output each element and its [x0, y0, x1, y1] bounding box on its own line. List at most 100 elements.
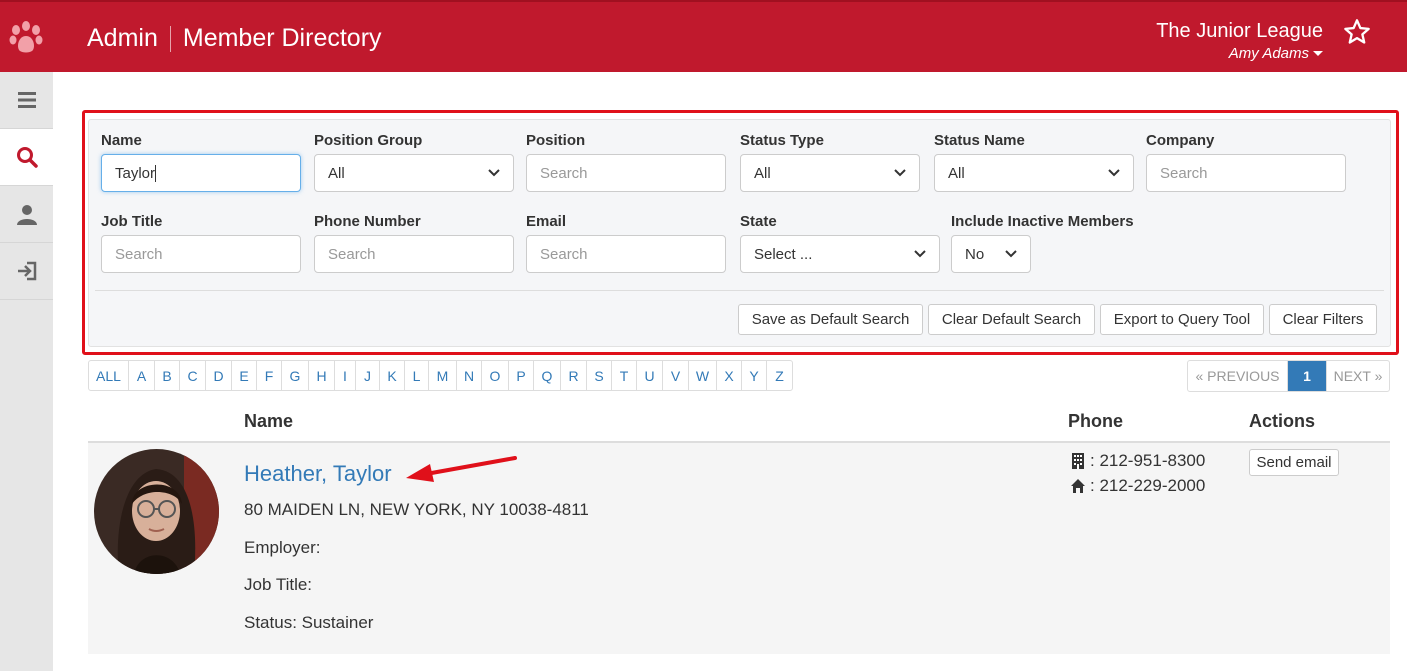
- column-header-name[interactable]: Name: [244, 411, 293, 432]
- letter-t[interactable]: T: [612, 361, 637, 390]
- phone-label: Phone Number: [314, 213, 421, 230]
- member-photo: [94, 449, 219, 574]
- letter-d[interactable]: D: [206, 361, 232, 390]
- text-cursor: [155, 164, 157, 182]
- position-group-label: Position Group: [314, 132, 423, 149]
- member-employer: Employer:: [244, 538, 321, 557]
- member-job-title: Job Title:: [244, 575, 313, 594]
- annotation-arrow-icon: [406, 456, 517, 482]
- name-filter: Name Taylor: [101, 132, 301, 192]
- letter-g[interactable]: G: [282, 361, 309, 390]
- save-default-search-button[interactable]: Save as Default Search: [738, 304, 923, 335]
- send-email-button[interactable]: Send email: [1249, 449, 1339, 476]
- clear-filters-button[interactable]: Clear Filters: [1269, 304, 1377, 335]
- position-placeholder: Search: [540, 164, 588, 182]
- chevron-down-icon: [1108, 169, 1120, 177]
- company-filter: Company Search: [1146, 132, 1346, 192]
- position-label: Position: [526, 132, 586, 149]
- phone-placeholder: Search: [328, 245, 376, 263]
- phone-input[interactable]: Search: [314, 235, 514, 273]
- sidebar-item-profile[interactable]: [0, 186, 53, 243]
- previous-page-button[interactable]: « PREVIOUS: [1188, 361, 1288, 391]
- user-menu[interactable]: Amy Adams: [1229, 45, 1323, 62]
- letter-y[interactable]: Y: [742, 361, 767, 390]
- position-filter: Position Search: [526, 132, 726, 192]
- letter-k[interactable]: K: [380, 361, 405, 390]
- letter-j[interactable]: J: [356, 361, 380, 390]
- page-title: Admin Member Directory: [87, 24, 382, 53]
- member-status: Status: Sustainer: [244, 613, 374, 632]
- job-title-filter: Job Title Search: [101, 213, 301, 273]
- org-name: The Junior League: [1156, 20, 1323, 42]
- state-select[interactable]: Select ...: [740, 235, 940, 273]
- letter-n[interactable]: N: [457, 361, 482, 390]
- name-input[interactable]: Taylor: [101, 154, 301, 192]
- export-query-tool-button[interactable]: Export to Query Tool: [1100, 304, 1264, 335]
- status-type-filter: Status Type All: [740, 132, 920, 192]
- letter-l[interactable]: L: [405, 361, 429, 390]
- sign-in-icon: [17, 261, 36, 281]
- letter-w[interactable]: W: [689, 361, 717, 390]
- position-group-select[interactable]: All: [314, 154, 514, 192]
- page-1-button[interactable]: 1: [1288, 361, 1326, 391]
- letter-o[interactable]: O: [482, 361, 509, 390]
- letter-f[interactable]: F: [257, 361, 282, 390]
- next-page-button[interactable]: NEXT »: [1326, 361, 1389, 391]
- letter-all[interactable]: ALL: [89, 361, 129, 390]
- letter-c[interactable]: C: [180, 361, 206, 390]
- email-label: Email: [526, 213, 567, 230]
- company-input[interactable]: Search: [1146, 154, 1346, 192]
- email-filter: Email Search: [526, 213, 726, 273]
- sidebar-item-menu[interactable]: [0, 72, 53, 129]
- letter-m[interactable]: M: [429, 361, 457, 390]
- letter-x[interactable]: X: [717, 361, 742, 390]
- home-icon: [1071, 479, 1085, 493]
- state-filter: State Select ...: [740, 213, 940, 273]
- letter-u[interactable]: U: [637, 361, 663, 390]
- letter-h[interactable]: H: [309, 361, 335, 390]
- home-phone: : 212-229-2000: [1070, 476, 1205, 496]
- section-label[interactable]: Admin: [87, 24, 158, 53]
- status-name-value: All: [948, 164, 965, 182]
- pagination: « PREVIOUS 1 NEXT »: [1187, 360, 1390, 392]
- letter-r[interactable]: R: [561, 361, 587, 390]
- job-title-placeholder: Search: [115, 245, 163, 263]
- email-placeholder: Search: [540, 245, 588, 263]
- status-name-select[interactable]: All: [934, 154, 1134, 192]
- state-value: Select ...: [754, 245, 813, 263]
- position-input[interactable]: Search: [526, 154, 726, 192]
- letter-v[interactable]: V: [663, 361, 689, 390]
- status-type-select[interactable]: All: [740, 154, 920, 192]
- inactive-select[interactable]: No: [951, 235, 1031, 273]
- table-row: Heather, Taylor 80 MAIDEN LN, NEW YORK, …: [88, 443, 1390, 654]
- work-phone: : 212-951-8300: [1070, 451, 1205, 471]
- letter-q[interactable]: Q: [534, 361, 561, 390]
- sidebar-item-sign-in[interactable]: [0, 243, 53, 300]
- sidebar-item-search[interactable]: [0, 129, 53, 186]
- column-header-actions: Actions: [1249, 411, 1316, 431]
- letter-z[interactable]: Z: [767, 361, 792, 390]
- column-header-phone: Phone: [1068, 411, 1124, 431]
- company-placeholder: Search: [1160, 164, 1208, 182]
- job-title-input[interactable]: Search: [101, 235, 301, 273]
- state-label: State: [740, 213, 777, 230]
- paw-logo-icon[interactable]: [8, 18, 44, 58]
- top-bar: Admin Member Directory The Junior League…: [0, 0, 1407, 72]
- letter-e[interactable]: E: [232, 361, 257, 390]
- star-icon[interactable]: [1343, 18, 1371, 46]
- caret-down-icon: [1313, 51, 1323, 56]
- status-name-label: Status Name: [934, 132, 1025, 149]
- email-input[interactable]: Search: [526, 235, 726, 273]
- name-filter-label: Name: [101, 132, 142, 149]
- home-phone-number: : 212-229-2000: [1090, 476, 1206, 495]
- letter-s[interactable]: S: [587, 361, 612, 390]
- avatar[interactable]: [94, 449, 219, 574]
- letter-a[interactable]: A: [129, 361, 155, 390]
- letter-i[interactable]: I: [335, 361, 356, 390]
- sidebar: [0, 72, 53, 671]
- letter-b[interactable]: B: [155, 361, 180, 390]
- alphabet-filter: ALL A B C D E F G H I J K L M N O P Q R …: [88, 360, 793, 391]
- letter-p[interactable]: P: [509, 361, 534, 390]
- clear-default-search-button[interactable]: Clear Default Search: [928, 304, 1095, 335]
- member-name-link[interactable]: Heather, Taylor: [244, 461, 392, 487]
